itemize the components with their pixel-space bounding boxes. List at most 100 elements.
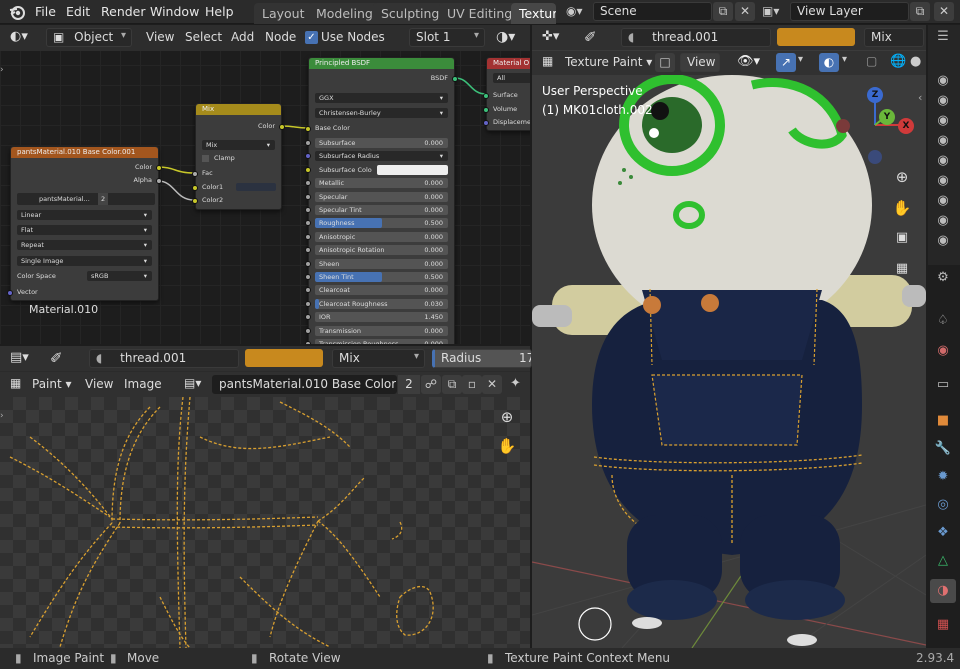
interpolation-dropdown[interactable]: Linear ▾ bbox=[17, 210, 152, 220]
gizmo-toggle-icon[interactable]: ↗ bbox=[776, 53, 796, 72]
bsdf-field-socket[interactable] bbox=[305, 233, 311, 240]
physics-icon[interactable]: ◎ bbox=[932, 497, 954, 515]
bsdf-field-socket[interactable] bbox=[305, 247, 311, 254]
gizmo-dropdown-icon[interactable]: ▾ bbox=[798, 54, 803, 65]
render-visibility-icon-6[interactable]: ◉ bbox=[932, 173, 954, 191]
bsdf-field-specular-tint[interactable]: Specular Tint 0.000 bbox=[315, 205, 448, 215]
extension-dropdown[interactable]: Repeat ▾ bbox=[17, 240, 152, 250]
image-canvas[interactable]: › ⊕ ✋ bbox=[0, 397, 530, 648]
brush-tool-icon[interactable]: ✐ bbox=[50, 349, 63, 367]
bsdf-field-clearcoat[interactable]: Clearcoat 0.000 bbox=[315, 285, 448, 296]
bsdf-field-socket[interactable] bbox=[305, 341, 311, 344]
distribution-dropdown[interactable]: GGX ▾ bbox=[315, 93, 448, 103]
socket-bsdf-out[interactable] bbox=[452, 76, 458, 82]
socket-displacement-in[interactable] bbox=[483, 120, 489, 126]
color1-swatch[interactable] bbox=[236, 183, 276, 191]
tab-uv-editing[interactable]: UV Editing bbox=[439, 3, 521, 24]
bsdf-field-socket[interactable] bbox=[305, 140, 311, 146]
bsdf-field-sheen[interactable]: Sheen 0.000 bbox=[315, 258, 448, 269]
3d-viewport[interactable]: ✜▾ ✐ ◖ thread.001 Mix ▦ Texture Paint ▾ … bbox=[532, 25, 926, 648]
brush-selector[interactable]: ◖ thread.001 bbox=[89, 349, 239, 368]
world-properties-icon[interactable]: ◉ bbox=[932, 343, 954, 361]
bsdf-field-metallic[interactable]: Metallic 0.000 bbox=[315, 178, 448, 189]
material-properties-icon[interactable]: ◑ bbox=[930, 579, 956, 603]
visibility-eye-icon[interactable]: 👁▾ bbox=[737, 54, 760, 69]
socket-fac-in[interactable] bbox=[192, 171, 198, 177]
outliner-filter-icon[interactable]: ☰ bbox=[932, 29, 954, 47]
new-image-icon[interactable]: ⧉ bbox=[442, 375, 462, 394]
bsdf-field-socket[interactable] bbox=[305, 166, 311, 173]
blend-mode-dropdown[interactable]: Mix ▾ bbox=[332, 349, 425, 368]
render-visibility-icon-3[interactable]: ◉ bbox=[932, 113, 954, 131]
socket-color2-in[interactable] bbox=[192, 198, 198, 204]
scene-properties-icon[interactable]: ▭ bbox=[932, 377, 954, 395]
render-visibility-icon-8[interactable]: ◉ bbox=[932, 213, 954, 231]
blender-logo-icon[interactable] bbox=[8, 3, 26, 21]
blend-type-dropdown[interactable]: Mix ▾ bbox=[202, 140, 275, 150]
bsdf-field-socket[interactable] bbox=[305, 153, 311, 160]
image-texture-node[interactable]: pantsMaterial.010 Base Color.001 Color A… bbox=[7, 146, 162, 301]
image-users-count[interactable]: 2 bbox=[398, 375, 420, 394]
bsdf-field-socket[interactable] bbox=[305, 274, 311, 280]
render-visibility-icon-5[interactable]: ◉ bbox=[932, 153, 954, 171]
material-output-node[interactable]: Material O All Surface Volume Displaceme… bbox=[483, 57, 530, 131]
socket-color-out[interactable] bbox=[156, 165, 162, 171]
bsdf-field-socket[interactable] bbox=[305, 193, 311, 200]
socket-color1-in[interactable] bbox=[192, 185, 198, 191]
bsdf-field-subsurface[interactable]: Subsurface 0.000 bbox=[315, 138, 448, 148]
delete-view-layer-icon[interactable]: ✕ bbox=[934, 2, 954, 21]
bsdf-field-transmission[interactable]: Transmission 0.000 bbox=[315, 325, 448, 336]
brush-color-swatch[interactable] bbox=[777, 28, 855, 46]
view-layer-selector[interactable]: View Layer bbox=[790, 2, 909, 21]
object-data-icon[interactable]: △ bbox=[932, 553, 954, 571]
blend-mode-dropdown[interactable]: Mix bbox=[864, 28, 924, 47]
zoom-icon[interactable]: ⊕ bbox=[890, 168, 914, 190]
sidebar-toggle-arrow-icon[interactable]: ‹ bbox=[918, 91, 922, 104]
mask-toggle-icon[interactable]: □ bbox=[655, 53, 675, 72]
socket-mix-out[interactable] bbox=[279, 124, 285, 130]
ortho-grid-icon[interactable]: ▦ bbox=[890, 261, 914, 283]
fake-user-shield-icon[interactable]: ☍ bbox=[421, 375, 441, 394]
brush-tool-icon[interactable]: ✐ bbox=[584, 28, 597, 46]
bsdf-field-socket[interactable] bbox=[305, 220, 311, 227]
menu-window[interactable]: Window bbox=[150, 4, 199, 19]
bsdf-field-socket[interactable] bbox=[305, 207, 311, 213]
render-visibility-icon-4[interactable]: ◉ bbox=[932, 133, 954, 151]
bsdf-field-socket[interactable] bbox=[305, 327, 311, 334]
menu-view[interactable]: View bbox=[85, 377, 113, 391]
xray-icon[interactable]: ▢ bbox=[866, 54, 877, 68]
solid-shading-icon[interactable]: ● bbox=[910, 54, 921, 69]
pin-icon[interactable]: ✦ bbox=[510, 376, 521, 391]
particles-icon[interactable]: ✹ bbox=[932, 469, 954, 487]
pan-hand-icon[interactable]: ✋ bbox=[495, 437, 519, 459]
constraints-icon[interactable]: ❖ bbox=[932, 525, 954, 543]
overlays-toggle-icon[interactable]: ◐ bbox=[819, 53, 839, 72]
node-editor[interactable]: ◐▾ ▣ Object ▾ View Select Add Node ✓ Use… bbox=[0, 25, 530, 344]
brush-color-swatch[interactable] bbox=[245, 349, 323, 367]
image-datablock-selector[interactable]: pantsMaterial.010 Base Color.001 bbox=[212, 375, 397, 394]
tab-texture-paint[interactable]: Texture bbox=[511, 3, 556, 24]
clamp-checkbox[interactable]: Clamp bbox=[202, 154, 275, 164]
color-space-dropdown[interactable]: sRGB ▾ bbox=[87, 271, 152, 281]
mix-node[interactable]: Mix Color Mix ▾ Clamp Fac Color1 Color2 bbox=[192, 103, 285, 210]
view-layer-icon[interactable]: ▣▾ bbox=[762, 4, 786, 20]
subsurface-color-swatch[interactable] bbox=[377, 164, 448, 175]
gizmo-y-axis[interactable]: Y bbox=[879, 109, 895, 125]
editor-type-icon[interactable]: ▤▾ bbox=[10, 350, 29, 365]
output-target-dropdown[interactable]: All bbox=[493, 73, 530, 83]
bsdf-field-roughness[interactable]: Roughness 0.500 bbox=[315, 218, 448, 229]
zoom-icon[interactable]: ⊕ bbox=[495, 408, 519, 430]
radius-slider[interactable]: Radius 17 bbox=[432, 349, 532, 368]
menu-render[interactable]: Render bbox=[101, 4, 146, 19]
socket-surface-in[interactable] bbox=[483, 93, 489, 99]
delete-scene-icon[interactable]: ✕ bbox=[735, 2, 755, 21]
menu-file[interactable]: File bbox=[35, 4, 56, 19]
pan-hand-icon[interactable]: ✋ bbox=[890, 199, 914, 221]
tab-modeling[interactable]: Modeling bbox=[308, 3, 381, 24]
tool-properties-icon[interactable]: ⚙ bbox=[932, 270, 954, 288]
bsdf-field-sheen-tint[interactable]: Sheen Tint 0.500 bbox=[315, 272, 448, 282]
modifier-wrench-icon[interactable]: 🔧 bbox=[932, 441, 954, 459]
texture-properties-icon[interactable]: ▦ bbox=[932, 617, 954, 635]
source-dropdown[interactable]: Single Image ▾ bbox=[17, 256, 152, 266]
texture-paint-mode-icon[interactable]: ▦ bbox=[542, 54, 553, 68]
